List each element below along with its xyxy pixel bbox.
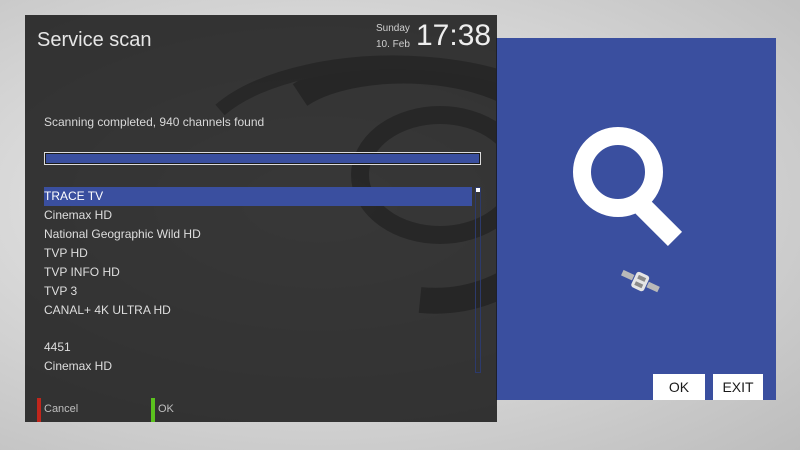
scroll-thumb[interactable] (476, 188, 480, 192)
ok-button[interactable]: OK (653, 374, 705, 400)
list-item[interactable]: TRACE TV (44, 187, 472, 206)
list-item[interactable]: Cinemax HD (44, 357, 472, 376)
list-item[interactable]: TVP HD (44, 244, 472, 263)
list-item[interactable]: Cinemax HD (44, 206, 472, 225)
ok-key-button[interactable]: OK (158, 403, 174, 415)
scan-status: Scanning completed, 940 channels found (44, 115, 265, 129)
scan-progress-bar (44, 152, 481, 165)
cancel-button[interactable]: Cancel (44, 403, 78, 415)
search-icon (573, 127, 683, 247)
list-item[interactable]: National Geographic Wild HD (44, 225, 472, 244)
satellite-icon (621, 269, 660, 293)
list-item[interactable]: TVP INFO HD (44, 263, 472, 282)
red-key-indicator (37, 398, 41, 422)
page-title: Service scan (37, 29, 152, 51)
date-date: 10. Feb (376, 39, 410, 50)
exit-button[interactable]: EXIT (713, 374, 763, 400)
list-item (44, 320, 472, 338)
green-key-indicator (151, 398, 155, 422)
list-item[interactable]: CANAL+ 4K ULTRA HD (44, 301, 472, 320)
list-item[interactable]: 4451 (44, 338, 472, 357)
channel-list: TRACE TV Cinemax HD National Geographic … (44, 187, 472, 376)
clock: 17:38 (416, 19, 492, 52)
scan-window: Service scan Sunday 10. Feb 17:38 Scanni… (25, 15, 497, 422)
list-item[interactable]: TVP 3 (44, 282, 472, 301)
progress-fill (46, 154, 479, 163)
scrollbar[interactable] (475, 187, 481, 373)
